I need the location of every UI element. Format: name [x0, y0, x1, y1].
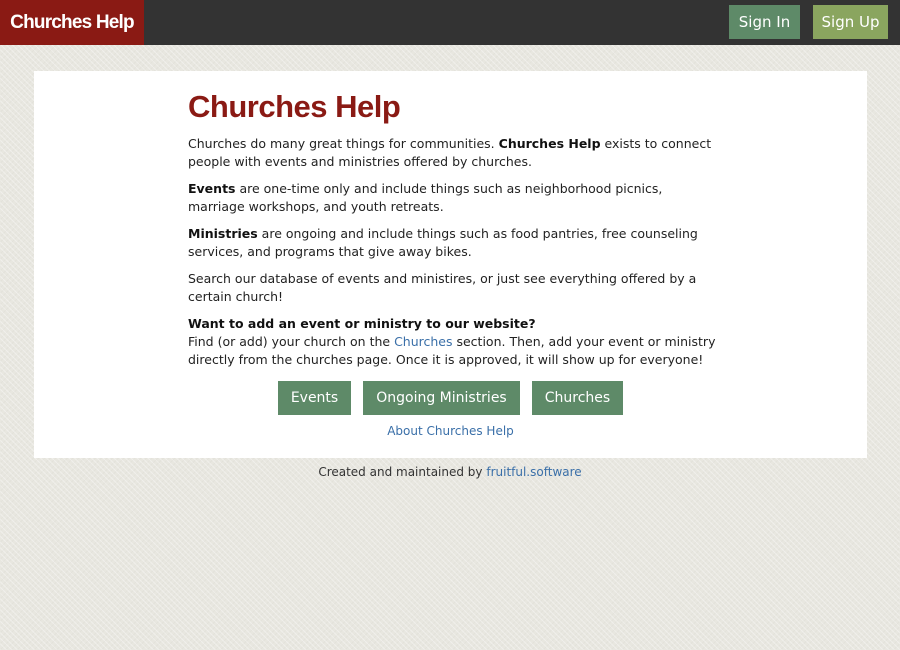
intro-content: Churches Help Churches do many great thi… [188, 89, 718, 378]
sign-up-button[interactable]: Sign Up [813, 5, 888, 39]
ongoing-ministries-button[interactable]: Ongoing Ministries [363, 381, 520, 415]
ministries-text: are ongoing and include things such as f… [188, 226, 698, 259]
intro-text-start: Churches do many great things for commun… [188, 136, 499, 151]
add-heading: Want to add an event or ministry to our … [188, 316, 536, 331]
search-paragraph: Search our database of events and minist… [188, 271, 697, 304]
events-bold: Events [188, 181, 236, 196]
events-button[interactable]: Events [277, 381, 352, 415]
about-link[interactable]: About Churches Help [387, 424, 514, 438]
events-paragraph: Events are one-time only and include thi… [188, 180, 718, 216]
intro-paragraph: Churches do many great things for commun… [188, 135, 718, 171]
footer-text: Created and maintained by [318, 465, 487, 479]
churches-button[interactable]: Churches [531, 381, 624, 415]
churches-section-link[interactable]: Churches [394, 334, 452, 349]
page-title: Churches Help [188, 89, 401, 124]
ministries-bold: Ministries [188, 226, 258, 241]
add-paragraph: Want to add an event or ministry to our … [188, 315, 718, 369]
intro-brand-bold: Churches Help [498, 136, 601, 151]
add-text-start: Find (or add) your church on the [188, 334, 395, 349]
top-navbar: Churches Help Sign In Sign Up [0, 0, 900, 45]
brand-logo-link[interactable]: Churches Help [0, 0, 144, 45]
footer: Created and maintained by fruitful.softw… [0, 465, 900, 479]
action-buttons: Events Ongoing Ministries Churches [34, 381, 867, 415]
about-row: About Churches Help [34, 424, 867, 438]
main-card: Churches Help Churches do many great thi… [34, 71, 867, 458]
fruitful-software-link[interactable]: fruitful.software [486, 465, 581, 479]
ministries-paragraph: Ministries are ongoing and include thing… [188, 225, 718, 261]
sign-in-button[interactable]: Sign In [729, 5, 800, 39]
events-text: are one-time only and include things suc… [188, 181, 663, 214]
